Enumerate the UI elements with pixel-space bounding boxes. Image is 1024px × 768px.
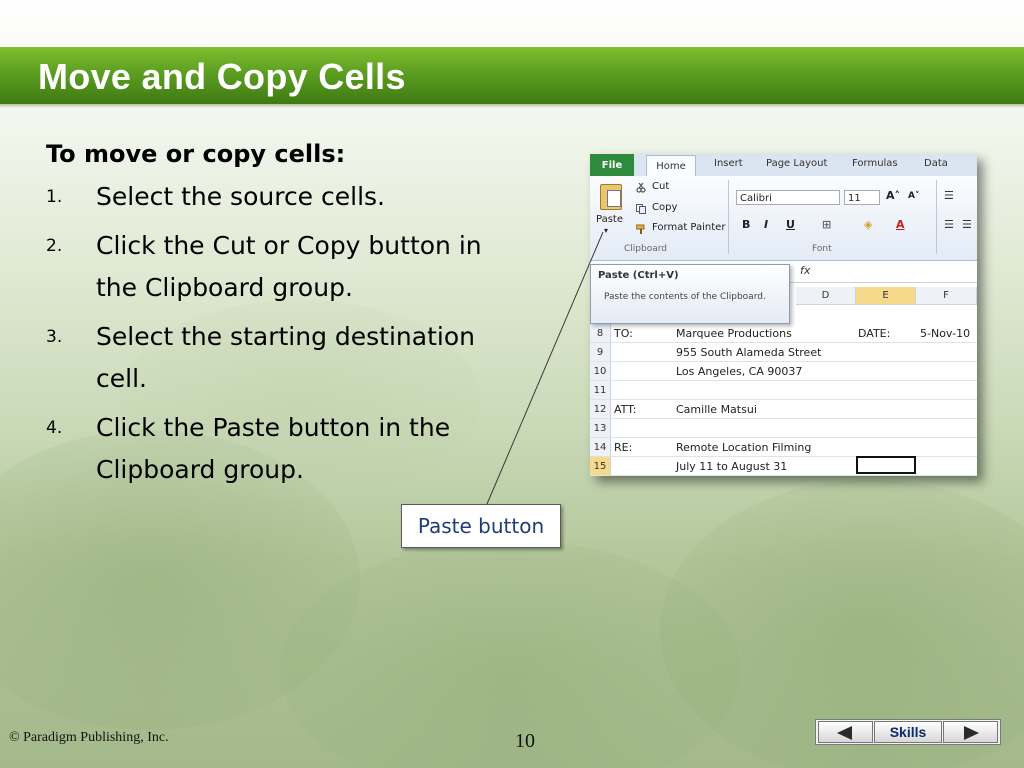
- slide: Move and Copy Cells To move or copy cell…: [0, 0, 1024, 768]
- paste-button-callout: Paste button: [401, 504, 561, 548]
- page-number: 10: [515, 730, 535, 752]
- next-slide-button[interactable]: [943, 721, 998, 743]
- arrow-left-icon: [837, 726, 852, 740]
- tooltip-title: Paste (Ctrl+V): [598, 270, 679, 281]
- previous-slide-button[interactable]: [818, 721, 873, 743]
- slide-navigation: Skills: [815, 719, 1001, 745]
- copyright-notice: © Paradigm Publishing, Inc.: [9, 730, 169, 745]
- skills-button[interactable]: Skills: [874, 721, 942, 743]
- arrow-right-icon: [964, 726, 979, 740]
- tooltip-description: Paste the contents of the Clipboard.: [604, 292, 766, 302]
- callout-leader-line: [486, 231, 604, 505]
- paste-tooltip: Paste (Ctrl+V) Paste the contents of the…: [590, 264, 790, 324]
